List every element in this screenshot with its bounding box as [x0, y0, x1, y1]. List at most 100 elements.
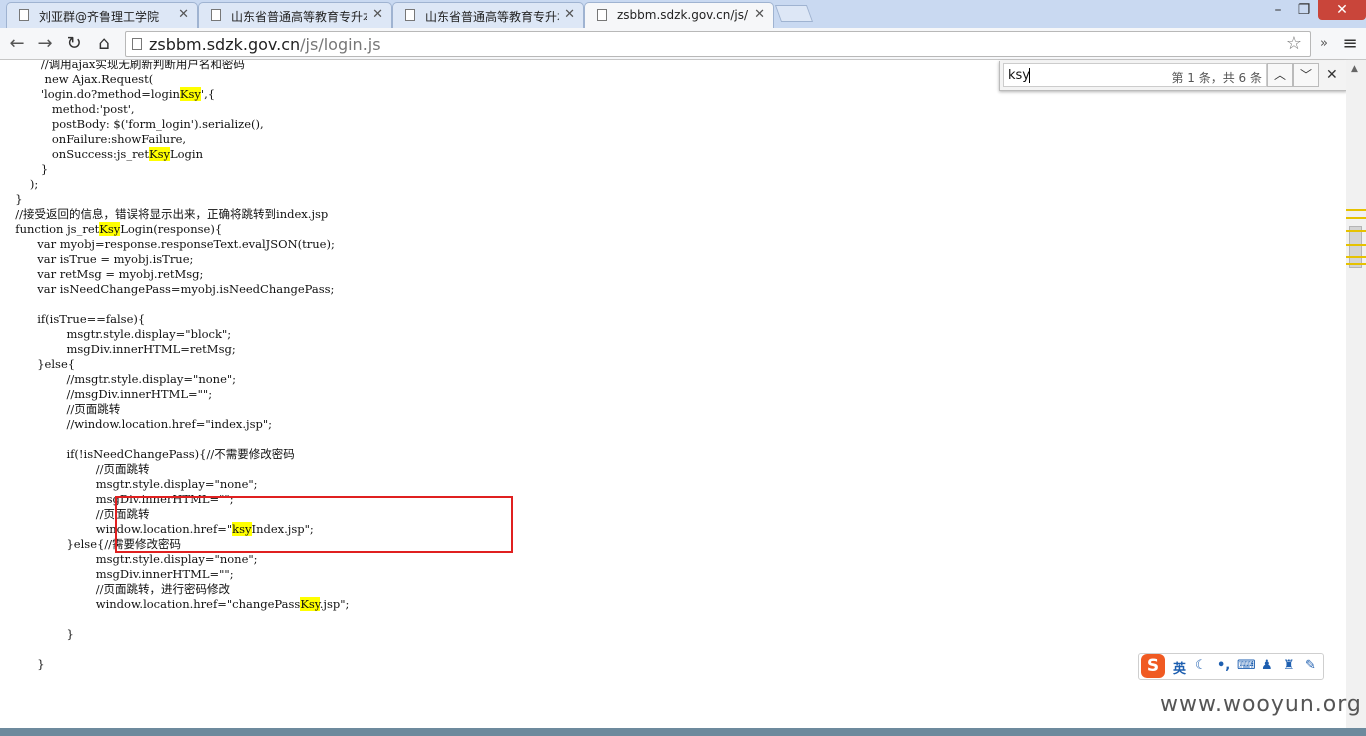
- code-line: msgtr.style.display="none";: [8, 477, 258, 491]
- close-icon[interactable]: ✕: [372, 7, 383, 22]
- url-path: /js/login.js: [300, 35, 381, 54]
- tab-1[interactable]: 刘亚群@齐鲁理工学院 ✕: [6, 2, 198, 28]
- search-match: Ksy: [149, 147, 170, 161]
- code-line: onSuccess:js_retKsyLogin: [8, 147, 204, 161]
- search-match: Ksy: [179, 87, 201, 101]
- tab-3[interactable]: 山东省普通高等教育专升本 ✕: [392, 2, 584, 28]
- find-previous-button[interactable]: ︿: [1267, 63, 1293, 87]
- code-line: //msgtr.style.display="none";: [8, 372, 237, 386]
- wrench-icon[interactable]: ✎: [1305, 658, 1316, 673]
- keyboard-icon[interactable]: ⌨: [1237, 658, 1256, 673]
- back-icon[interactable]: ←: [5, 32, 29, 56]
- code-line: }: [8, 192, 23, 206]
- find-bar: ksy 第 1 条，共 6 条 ︿ ﹀ ✕: [999, 61, 1347, 91]
- reload-icon[interactable]: ↻: [62, 32, 86, 56]
- code-line: var retMsg = myobj.retMsg;: [8, 267, 204, 281]
- code-line: 'login.do?method=loginKsy',{: [8, 87, 216, 101]
- code-line: //页面跳转: [8, 402, 121, 416]
- new-tab-button[interactable]: [774, 5, 814, 22]
- code-line: method:'post',: [8, 102, 135, 116]
- source-view: //调用ajax实现无刷新判断用户名和密码 new Ajax.Request( …: [0, 60, 1346, 728]
- ime-toolbar[interactable]: S 英 ☾ •, ⌨ ♟ ♜ ✎: [1138, 653, 1324, 680]
- page-icon: [405, 9, 415, 21]
- text-caret: [1029, 68, 1030, 83]
- vertical-scrollbar[interactable]: ▲: [1346, 60, 1366, 728]
- close-icon[interactable]: ✕: [564, 7, 575, 22]
- tab-label: 刘亚群@齐鲁理工学院: [39, 10, 160, 24]
- close-icon[interactable]: ✕: [1326, 67, 1338, 83]
- code-line: //window.location.href="index.jsp";: [8, 417, 273, 431]
- address-bar[interactable]: zsbbm.sdzk.gov.cn/js/login.js ☆: [125, 31, 1311, 57]
- moon-icon[interactable]: ☾: [1195, 658, 1207, 673]
- sogou-logo-icon[interactable]: S: [1141, 654, 1165, 678]
- close-icon[interactable]: ✕: [754, 7, 765, 22]
- toolbar: ← → ↻ ⌂ zsbbm.sdzk.gov.cn/js/login.js ☆ …: [0, 28, 1366, 60]
- menu-icon[interactable]: ≡: [1338, 32, 1362, 56]
- code-line: if(!isNeedChangePass){//不需要修改密码: [8, 447, 295, 461]
- page-icon: [19, 9, 29, 21]
- forward-icon[interactable]: →: [33, 32, 57, 56]
- url-host: zsbbm.sdzk.gov.cn: [149, 35, 301, 54]
- code-line: function js_retKsyLogin(response){: [8, 222, 223, 236]
- star-icon[interactable]: ☆: [1286, 33, 1302, 54]
- close-window-icon[interactable]: ✕: [1318, 0, 1366, 20]
- code-line: msgDiv.innerHTML="";: [8, 567, 234, 581]
- code-line: }else{: [8, 357, 76, 371]
- find-query: ksy: [1008, 68, 1030, 83]
- match-marker: [1346, 230, 1366, 232]
- code-line: onFailure:showFailure,: [8, 132, 187, 146]
- tab-2[interactable]: 山东省普通高等教育专升本 ✕: [198, 2, 392, 28]
- page-icon: [597, 9, 607, 21]
- tab-label: zsbbm.sdzk.gov.cn/js/lo: [617, 8, 749, 22]
- page-icon: [211, 9, 221, 21]
- find-next-button[interactable]: ﹀: [1293, 63, 1319, 87]
- code-line: }: [8, 627, 74, 641]
- minimize-icon[interactable]: –: [1266, 0, 1290, 20]
- code-line: postBody: $('form_login').serialize(),: [8, 117, 264, 131]
- url-text: zsbbm.sdzk.gov.cn/js/login.js: [149, 35, 381, 54]
- code-line: //接受返回的信息，错误将显示出来，正确将跳转到index.jsp: [8, 207, 329, 221]
- search-match: Ksy: [300, 597, 320, 611]
- find-count: 第 1 条，共 6 条: [1171, 71, 1262, 85]
- scroll-up-icon[interactable]: ▲: [1351, 64, 1358, 74]
- punctuation-icon[interactable]: •,: [1217, 658, 1230, 673]
- ime-lang[interactable]: 英: [1173, 658, 1186, 677]
- match-marker: [1346, 217, 1366, 219]
- code-line: //页面跳转，进行密码修改: [8, 582, 230, 596]
- search-match: Ksy: [99, 222, 121, 236]
- find-input[interactable]: ksy 第 1 条，共 6 条: [1003, 63, 1267, 87]
- code-line: new Ajax.Request(: [8, 72, 154, 86]
- match-marker: [1346, 209, 1366, 211]
- code-line: var isTrue = myobj.isTrue;: [8, 252, 194, 266]
- watermark: www.wooyun.org: [1160, 692, 1362, 717]
- code-line: window.location.href="changePassKsy.jsp"…: [8, 597, 350, 611]
- tab-label: 山东省普通高等教育专升本: [231, 10, 367, 24]
- page-icon: [132, 38, 142, 50]
- close-icon[interactable]: ✕: [178, 7, 189, 22]
- taskbar: [0, 728, 1366, 736]
- code-line: //调用ajax实现无刷新判断用户名和密码: [8, 60, 245, 71]
- maximize-icon[interactable]: ❐: [1292, 0, 1316, 20]
- match-marker: [1346, 244, 1366, 246]
- source-code: //调用ajax实现无刷新判断用户名和密码 new Ajax.Request( …: [8, 60, 349, 672]
- code-line: if(isTrue==false){: [8, 312, 146, 326]
- highlight-box: [115, 496, 513, 553]
- code-line: var myobj=response.responseText.evalJSON…: [8, 237, 335, 251]
- scrollbar-thumb[interactable]: [1349, 226, 1362, 268]
- tab-label: 山东省普通高等教育专升本: [425, 10, 559, 24]
- tab-4-active[interactable]: zsbbm.sdzk.gov.cn/js/lo ✕: [584, 2, 774, 28]
- code-line: );: [8, 177, 39, 191]
- code-line: var isNeedChangePass=myobj.isNeedChangeP…: [8, 282, 335, 296]
- code-line: //msgDiv.innerHTML="";: [8, 387, 213, 401]
- home-icon[interactable]: ⌂: [92, 32, 116, 56]
- match-marker: [1346, 263, 1366, 265]
- user-icon[interactable]: ♟: [1261, 658, 1273, 673]
- tab-strip: 刘亚群@齐鲁理工学院 ✕ 山东省普通高等教育专升本 ✕ 山东省普通高等教育专升本…: [0, 0, 1366, 28]
- skin-icon[interactable]: ♜: [1283, 658, 1295, 673]
- chevron-right-icon[interactable]: »: [1312, 32, 1336, 56]
- code-line: msgtr.style.display="block";: [8, 327, 232, 341]
